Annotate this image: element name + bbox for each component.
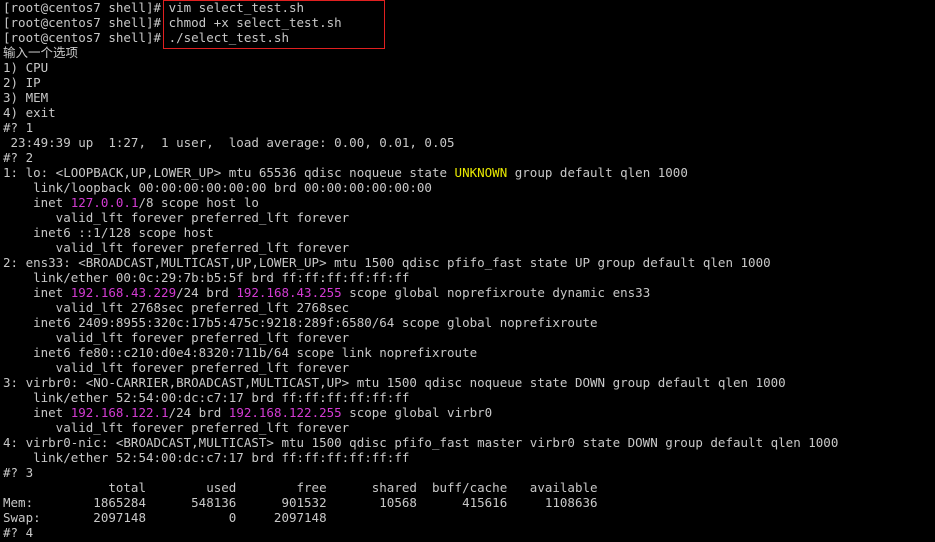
terminal-text: [root@centos7 shell]# ./select_test.sh [3,30,289,45]
terminal-line: [root@centos7 shell]# ./select_test.sh [0,30,935,45]
terminal-text: 3) MEM [3,90,49,105]
terminal-text: #? 1 [3,120,34,135]
terminal-text: 输入一个选项 [3,45,79,60]
terminal-text-magenta: 192.168.122.255 [228,405,342,420]
terminal-text: group default qlen 1000 [507,165,688,180]
terminal-line: valid_lft forever preferred_lft forever [0,330,935,345]
terminal-line: #? 2 [0,150,935,165]
terminal-text: link/ether 52:54:00:dc:c7:17 brd ff:ff:f… [3,390,410,405]
terminal-text: 23:49:39 up 1:27, 1 user, load average: … [3,135,455,150]
terminal-line: valid_lft forever preferred_lft forever [0,240,935,255]
terminal-line: valid_lft forever preferred_lft forever [0,360,935,375]
terminal-line: 3: virbr0: <NO-CARRIER,BROADCAST,MULTICA… [0,375,935,390]
terminal-text: scope global virbr0 [341,405,493,420]
terminal-text: 1) CPU [3,60,49,75]
terminal-line: 2: ens33: <BROADCAST,MULTICAST,UP,LOWER_… [0,255,935,270]
terminal-line: #? 3 [0,465,935,480]
terminal-text: inet6 2409:8955:320c:17b5:475c:9218:289f… [3,315,598,330]
terminal-text: #? 4 [3,525,34,540]
terminal-text: Swap: 2097148 0 2097148 [3,510,327,525]
terminal-text: valid_lft 2768sec preferred_lft 2768sec [3,300,350,315]
terminal-line: 3) MEM [0,90,935,105]
terminal-text: total used free shared buff/cache availa… [3,480,598,495]
terminal-line: 1) CPU [0,60,935,75]
terminal-text: inet [3,285,71,300]
terminal-text-yellow: UNKNOWN [454,165,508,180]
terminal-line: #? 4 [0,525,935,540]
terminal-line: total used free shared buff/cache availa… [0,480,935,495]
terminal-line: inet 192.168.122.1/24 brd 192.168.122.25… [0,405,935,420]
terminal-text: inet [3,195,71,210]
terminal-text: #? 2 [3,150,34,165]
terminal-text: inet6 ::1/128 scope host [3,225,214,240]
terminal-line: 4: virbr0-nic: <BROADCAST,MULTICAST> mtu… [0,435,935,450]
terminal-text-magenta: 192.168.43.255 [236,285,342,300]
terminal-text: #? 3 [3,465,34,480]
terminal-line: 输入一个选项 [0,45,935,60]
terminal-line: 4) exit [0,105,935,120]
terminal-text-magenta: 127.0.0.1 [70,195,139,210]
terminal-text: [root@centos7 shell]# vim select_test.sh [3,0,305,15]
terminal-text-magenta: 192.168.43.229 [70,285,177,300]
terminal-text: 1: lo: <LOOPBACK,UP,LOWER_UP> mtu 65536 … [3,165,455,180]
terminal-line: inet 192.168.43.229/24 brd 192.168.43.25… [0,285,935,300]
terminal-line: link/ether 52:54:00:dc:c7:17 brd ff:ff:f… [0,390,935,405]
terminal-text: link/ether 00:0c:29:7b:b5:5f brd ff:ff:f… [3,270,410,285]
terminal-text: /24 brd [168,405,229,420]
terminal-text: link/loopback 00:00:00:00:00:00 brd 00:0… [3,180,432,195]
terminal-output: [root@centos7 shell]# vim select_test.sh… [0,0,935,540]
terminal-line: 2) IP [0,75,935,90]
terminal-line: 23:49:39 up 1:27, 1 user, load average: … [0,135,935,150]
terminal-line: inet6 2409:8955:320c:17b5:475c:9218:289f… [0,315,935,330]
terminal-line: link/loopback 00:00:00:00:00:00 brd 00:0… [0,180,935,195]
terminal-text: valid_lft forever preferred_lft forever [3,420,350,435]
terminal-text: inet [3,405,71,420]
terminal-line: 1: lo: <LOOPBACK,UP,LOWER_UP> mtu 65536 … [0,165,935,180]
terminal-line: valid_lft forever preferred_lft forever [0,420,935,435]
terminal-text: /8 scope host lo [138,195,259,210]
terminal-line: Mem: 1865284 548136 901532 10568 415616 … [0,495,935,510]
terminal-line: [root@centos7 shell]# chmod +x select_te… [0,15,935,30]
terminal-text: [root@centos7 shell]# chmod +x select_te… [3,15,342,30]
terminal-text: valid_lft forever preferred_lft forever [3,210,350,225]
terminal-line: Swap: 2097148 0 2097148 [0,510,935,525]
terminal-text: valid_lft forever preferred_lft forever [3,330,350,345]
terminal-line: link/ether 52:54:00:dc:c7:17 brd ff:ff:f… [0,450,935,465]
terminal-text: Mem: 1865284 548136 901532 10568 415616 … [3,495,598,510]
terminal-text: 4) exit [3,105,56,120]
terminal-line: link/ether 00:0c:29:7b:b5:5f brd ff:ff:f… [0,270,935,285]
terminal-line: inet 127.0.0.1/8 scope host lo [0,195,935,210]
terminal-line: valid_lft forever preferred_lft forever [0,210,935,225]
terminal-text: 4: virbr0-nic: <BROADCAST,MULTICAST> mtu… [3,435,839,450]
terminal-text: 3: virbr0: <NO-CARRIER,BROADCAST,MULTICA… [3,375,786,390]
terminal-line: [root@centos7 shell]# vim select_test.sh [0,0,935,15]
terminal-text: valid_lft forever preferred_lft forever [3,240,350,255]
terminal-window[interactable]: [root@centos7 shell]# vim select_test.sh… [0,0,935,542]
terminal-text: scope global noprefixroute dynamic ens33 [341,285,651,300]
terminal-text: 2: ens33: <BROADCAST,MULTICAST,UP,LOWER_… [3,255,771,270]
terminal-line: inet6 ::1/128 scope host [0,225,935,240]
terminal-text: link/ether 52:54:00:dc:c7:17 brd ff:ff:f… [3,450,410,465]
terminal-text: 2) IP [3,75,41,90]
terminal-line: valid_lft 2768sec preferred_lft 2768sec [0,300,935,315]
terminal-text: /24 brd [176,285,237,300]
terminal-text: inet6 fe80::c210:d0e4:8320:711b/64 scope… [3,345,478,360]
terminal-line: inet6 fe80::c210:d0e4:8320:711b/64 scope… [0,345,935,360]
terminal-text-magenta: 192.168.122.1 [70,405,169,420]
terminal-text: valid_lft forever preferred_lft forever [3,360,350,375]
terminal-line: #? 1 [0,120,935,135]
